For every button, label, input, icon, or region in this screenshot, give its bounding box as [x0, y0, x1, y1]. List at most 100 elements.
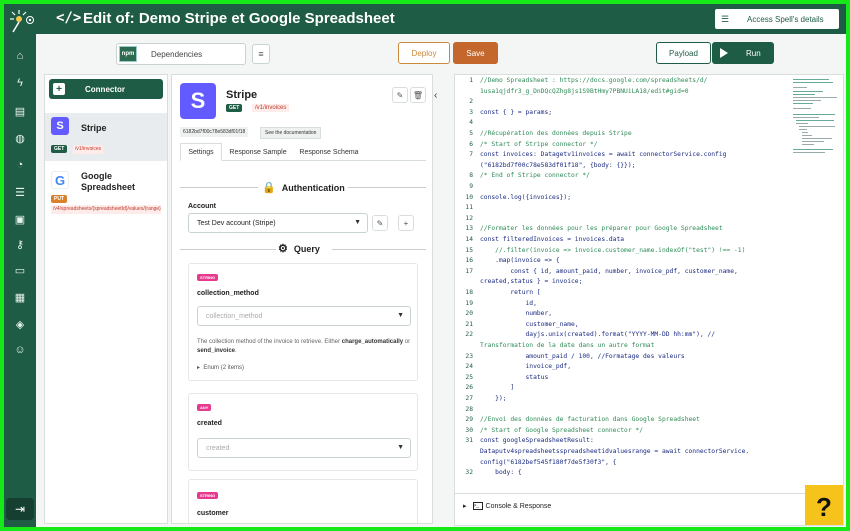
globe-icon[interactable]: ◍ [12, 130, 28, 146]
code-line[interactable]: 23 amount_paid / 100, //Formatage des va… [455, 353, 785, 364]
code-line[interactable]: Dataputv4spreadsheetsspreadsheetidvalues… [455, 448, 785, 459]
field-description: The collection method of the invoice to … [197, 338, 411, 356]
account-value: Test Dev account (Stripe) [197, 219, 276, 227]
code-line[interactable]: 20 number, [455, 310, 785, 321]
tab-response-schema[interactable]: Response Schema [294, 143, 364, 161]
database-icon[interactable]: ≡ [252, 44, 270, 64]
plus-icon: + [53, 83, 65, 95]
line-text: customer_name, [480, 320, 579, 328]
code-line[interactable]: 1usa1qjdfr3_g_DnDQcQZhg8js1S9BtHmy7PBNUi… [455, 88, 785, 99]
code-line[interactable]: 32 body: { [455, 469, 785, 480]
edit-account-icon[interactable]: ✎ [372, 215, 388, 231]
trash-icon[interactable]: 🗑 [410, 87, 426, 103]
code-line[interactable]: 2 [455, 98, 785, 109]
document-icon[interactable]: ▤ [12, 103, 28, 119]
code-line[interactable]: 26 ] [455, 384, 785, 395]
add-account-icon[interactable]: + [398, 215, 414, 231]
code-line[interactable]: ("6182bd7f00c78e583df01f18", {body: {}})… [455, 162, 785, 173]
access-details-button[interactable]: ☰ Access Spell's details [714, 8, 840, 30]
deploy-button[interactable]: Deploy [398, 42, 450, 64]
code-line[interactable]: 28 [455, 406, 785, 417]
lock-icon[interactable]: ▣ [12, 211, 28, 227]
connector-id[interactable]: 6182bd7f00c78e583df01f18 [180, 127, 249, 137]
code-line[interactable]: 29 //Envoi des données de facturation dan… [455, 416, 785, 427]
code-line[interactable]: 4 [455, 119, 785, 130]
code-line[interactable]: 1 //Demo Spreadsheet : https://docs.googl… [455, 77, 785, 88]
code-line[interactable]: 17 const { id, amount_paid, number, invo… [455, 268, 785, 279]
query-field-card: STRING collection_method collection_meth… [188, 263, 418, 381]
line-text: .map(invoice => { [480, 257, 560, 265]
code-line[interactable]: 25 status [455, 374, 785, 385]
code-line[interactable]: 6 /* Start of Stripe connector */ [455, 141, 785, 152]
payload-button[interactable]: Payload [656, 42, 711, 64]
toolbar: npm Dependencies ≡ Deploy Save Payload R… [36, 34, 846, 72]
code-line[interactable]: 24 invoice_pdf, [455, 363, 785, 374]
save-button[interactable]: Save [453, 42, 498, 64]
logout-icon[interactable]: ⇥ [6, 498, 34, 520]
enum-toggle[interactable]: ▸ Enum (2 items) [197, 364, 244, 371]
bolt-icon[interactable]: ϟ [12, 75, 28, 91]
code-line[interactable]: Transformation de la date dans un autre … [455, 342, 785, 353]
documentation-link[interactable]: See the documentation [260, 127, 322, 139]
connector-item-stripe[interactable]: S Stripe GET /v1/invoices [45, 113, 167, 161]
code-line[interactable]: 9 [455, 183, 785, 194]
minimap-line [793, 114, 835, 115]
dependencies-button[interactable]: npm Dependencies [116, 43, 246, 65]
connector-name: Google Spreadsheet [81, 171, 136, 192]
tab-response-sample[interactable]: Response Sample [226, 143, 290, 161]
home-icon[interactable]: ⌂ [12, 48, 28, 64]
code-line[interactable]: config("6182bef545f180f7de5f30f3", { [455, 459, 785, 470]
line-number: 7 [469, 151, 473, 159]
code-line[interactable]: 13 //Formater les données pour les prépar… [455, 225, 785, 236]
code-line[interactable]: created,status } = invoice; [455, 278, 785, 289]
line-number: 10 [465, 193, 473, 201]
clock-icon[interactable]: ◔ [12, 157, 28, 173]
line-number: 26 [465, 384, 473, 392]
code-line[interactable]: 10 console.log({invoices}); [455, 194, 785, 205]
code-line[interactable]: 18 return [ [455, 289, 785, 300]
divider [332, 249, 426, 250]
code-line[interactable]: 11 [455, 204, 785, 215]
code-line[interactable]: 14 const filteredInvoices = invoices.data [455, 236, 785, 247]
code-line[interactable]: 7 const invoices: Datagetv1invoices = awa… [455, 151, 785, 162]
run-button[interactable]: Run [712, 42, 774, 64]
code-line[interactable]: 5 //Récupération des données depuis Strip… [455, 130, 785, 141]
line-text: /* Start of Stripe connector */ [480, 140, 598, 148]
app-logo-icon[interactable] [8, 8, 34, 34]
connector-item-google-spreadsheet[interactable]: G Google Spreadsheet PUT /v4/spreadsheet… [45, 167, 167, 227]
method-badge: GET [226, 104, 243, 112]
play-icon [720, 48, 728, 58]
list-icon[interactable]: ☰ [12, 184, 28, 200]
code-line[interactable]: 8 /* End of Stripe connector */ [455, 172, 785, 183]
help-button[interactable]: ? [805, 485, 843, 525]
toolbox-icon[interactable]: ▦ [12, 289, 28, 305]
code-line[interactable]: 27 }); [455, 395, 785, 406]
id-card-icon[interactable]: ▭ [12, 262, 28, 278]
code-line[interactable]: 15 //.filter(invoice => invoice.customer… [455, 247, 785, 258]
collapse-panel-icon[interactable]: ‹ [434, 90, 437, 101]
code-line[interactable]: 16 .map(invoice => { [455, 257, 785, 268]
code-line[interactable]: 19 id, [455, 300, 785, 311]
code-line[interactable]: 30 /* Start of Google Spreadsheet connect… [455, 427, 785, 438]
user-icon[interactable]: ☺ [12, 342, 28, 358]
code-line[interactable]: 22 dayjs.unix(created).format("YYYY-MM-D… [455, 331, 785, 342]
shield-icon[interactable]: ◈ [12, 316, 28, 332]
code-line[interactable]: 31 const googleSpreadsheetResult: [455, 437, 785, 448]
code-line[interactable]: 12 [455, 215, 785, 226]
code-minimap[interactable] [793, 77, 839, 157]
collection-method-select[interactable]: collection_method ▼ [197, 306, 411, 326]
key-icon[interactable]: ⚷ [12, 236, 28, 252]
console-toggle[interactable]: ▸ >_ Console & Response [463, 502, 551, 510]
code-editor[interactable]: 1 //Demo Spreadsheet : https://docs.googl… [454, 74, 844, 526]
minimap-line [793, 91, 823, 92]
minimap-line [796, 120, 834, 121]
line-text: 1usa1qjdfr3_g_DnDQcQZhg8js1S9BtHmy7PBNUi… [480, 87, 689, 95]
edit-icon[interactable]: ✎ [392, 87, 408, 103]
code-line[interactable]: 3 const { } = params; [455, 109, 785, 120]
tab-settings[interactable]: Settings [180, 143, 222, 161]
add-connector-button[interactable]: + Connector [49, 79, 163, 99]
code-line[interactable]: 21 customer_name, [455, 321, 785, 332]
account-select[interactable]: Test Dev account (Stripe) ▼ [188, 213, 368, 233]
console-panel[interactable]: ▸ >_ Console & Response [455, 493, 843, 525]
created-select[interactable]: created ▼ [197, 438, 411, 458]
